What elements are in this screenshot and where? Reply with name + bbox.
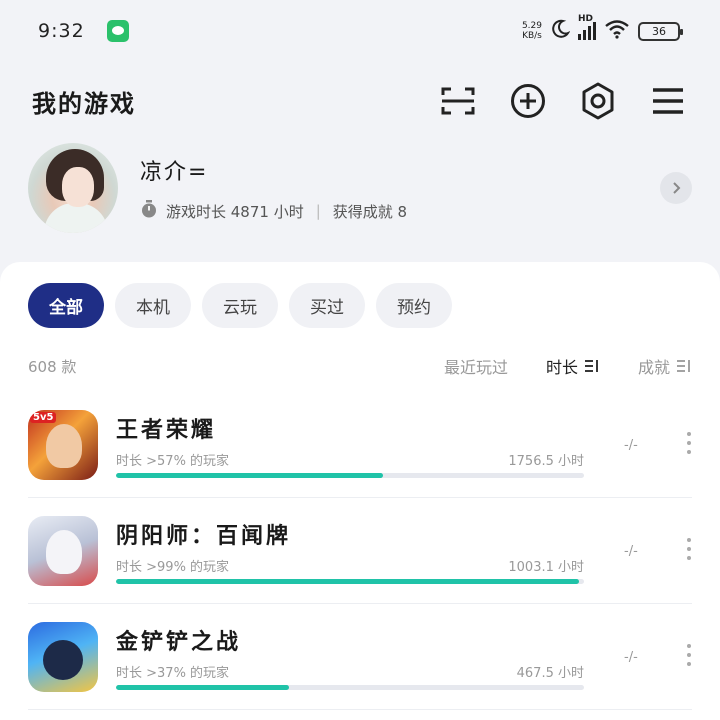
game-achievement: -/- [624, 544, 638, 559]
game-count: 608 款 [28, 357, 77, 376]
game-row[interactable]: 金铲铲之战时长 >37% 的玩家 467.5 小时 -/- [28, 604, 692, 710]
sort-duration-label: 时长 [545, 358, 578, 377]
playtime-progress-bar [116, 684, 584, 690]
playtime-progress-fill [116, 684, 290, 690]
profile-summary[interactable]: 凉介= 游戏时长 4871 小时 | 获得成就 8 [28, 140, 692, 236]
game-achievement: -/- [624, 438, 638, 453]
plus-circle-icon [511, 84, 545, 118]
playtime-hours: 1003.1 小时 [508, 559, 584, 575]
filter-chip[interactable]: 预约 [376, 283, 452, 328]
sort-achievement-label: 成就 [637, 358, 670, 377]
game-badge: 5v5 [30, 411, 57, 423]
status-time: 9:32 [38, 20, 85, 42]
signal-icon: HD [578, 14, 596, 40]
sort-duration-button[interactable]: 时长 [546, 354, 600, 378]
network-speed: 5.29 KB/s [522, 21, 542, 41]
game-row[interactable]: 5v5 王者荣耀时长 >57% 的玩家 1756.5 小时 -/- [28, 392, 692, 498]
filter-chip[interactable]: 云玩 [202, 283, 278, 328]
gear-icon [582, 82, 614, 120]
list-toolbar: 608 款 最近玩过 时长 成就 [28, 354, 692, 378]
game-list: 5v5 王者荣耀 时长 >57% 的玩家 1756.5 小时 -/- 阴阳师：百闻牌 时长 … [28, 392, 692, 710]
playtime-percentile: 时长 >57% 的玩家 [116, 453, 230, 469]
game-icon[interactable] [28, 621, 98, 692]
filter-chip[interactable]: 全部 [28, 283, 104, 328]
game-title: 阴阳师：百闻牌 [116, 523, 292, 549]
chat-app-icon [106, 20, 129, 42]
sort-recent-label: 最近玩过 [443, 358, 508, 377]
battery-indicator: 36 [638, 21, 683, 41]
settings-button[interactable] [578, 81, 618, 121]
playtime-progress-bar [116, 578, 584, 584]
app-header: 我的游戏 [0, 72, 720, 130]
sort-achievement-button[interactable]: 成就 [638, 354, 692, 378]
filter-tabs: 全部 本机 云玩 买过 预约 [28, 283, 452, 328]
playtime-hours: 1756.5 小时 [508, 453, 584, 469]
sort-icon [677, 360, 690, 372]
game-title: 金铲铲之战 [116, 629, 242, 655]
more-options-icon[interactable] [685, 432, 693, 454]
game-title: 王者荣耀 [116, 417, 217, 443]
filter-chip[interactable]: 本机 [115, 283, 191, 328]
status-bar: 9:32 5.29 KB/s HD 36 [0, 0, 720, 62]
game-row[interactable]: 阴阳师：百闻牌时长 >99% 的玩家 1003.1 小时 -/- [28, 498, 692, 604]
scan-button[interactable] [438, 81, 478, 121]
sort-recent-button[interactable]: 最近玩过 [444, 354, 508, 378]
add-button[interactable] [508, 81, 548, 121]
playtime-progress-fill [116, 472, 383, 478]
playtime-percentile: 时长 >99% 的玩家 [116, 559, 230, 575]
moon-icon [550, 19, 571, 43]
network-speed-unit: KB/s [522, 31, 542, 41]
avatar[interactable] [28, 143, 118, 233]
filter-chip[interactable]: 买过 [289, 283, 365, 328]
playtime-total: 游戏时长 4871 小时 [166, 202, 304, 221]
username: 凉介= [140, 160, 209, 185]
playtime-percentile: 时长 >37% 的玩家 [116, 665, 230, 681]
network-speed-value: 5.29 [521, 21, 542, 31]
game-achievement: -/- [624, 650, 638, 665]
scan-icon [441, 87, 475, 115]
playtime-hours: 467.5 小时 [516, 665, 584, 681]
games-card: 全部 本机 云玩 买过 预约 608 款 最近玩过 时长 成就 5v5 王者荣耀… [0, 262, 720, 720]
game-icon[interactable]: 5v5 [28, 409, 98, 480]
wifi-icon [604, 19, 630, 43]
profile-detail-button[interactable] [660, 172, 692, 204]
hamburger-menu-icon [653, 88, 683, 114]
hd-label: HD [578, 14, 594, 24]
playtime-progress-bar [116, 472, 584, 478]
menu-button[interactable] [648, 81, 688, 121]
game-icon[interactable] [28, 515, 98, 586]
more-options-icon[interactable] [685, 538, 693, 560]
stat-divider: | [315, 202, 321, 220]
chevron-right-icon [673, 182, 681, 194]
sort-icon [584, 360, 598, 372]
more-options-icon[interactable] [685, 644, 693, 666]
stopwatch-icon [140, 200, 158, 222]
achievement-total: 获得成就 8 [332, 202, 408, 221]
playtime-progress-fill [116, 578, 580, 584]
page-title: 我的游戏 [32, 89, 136, 118]
